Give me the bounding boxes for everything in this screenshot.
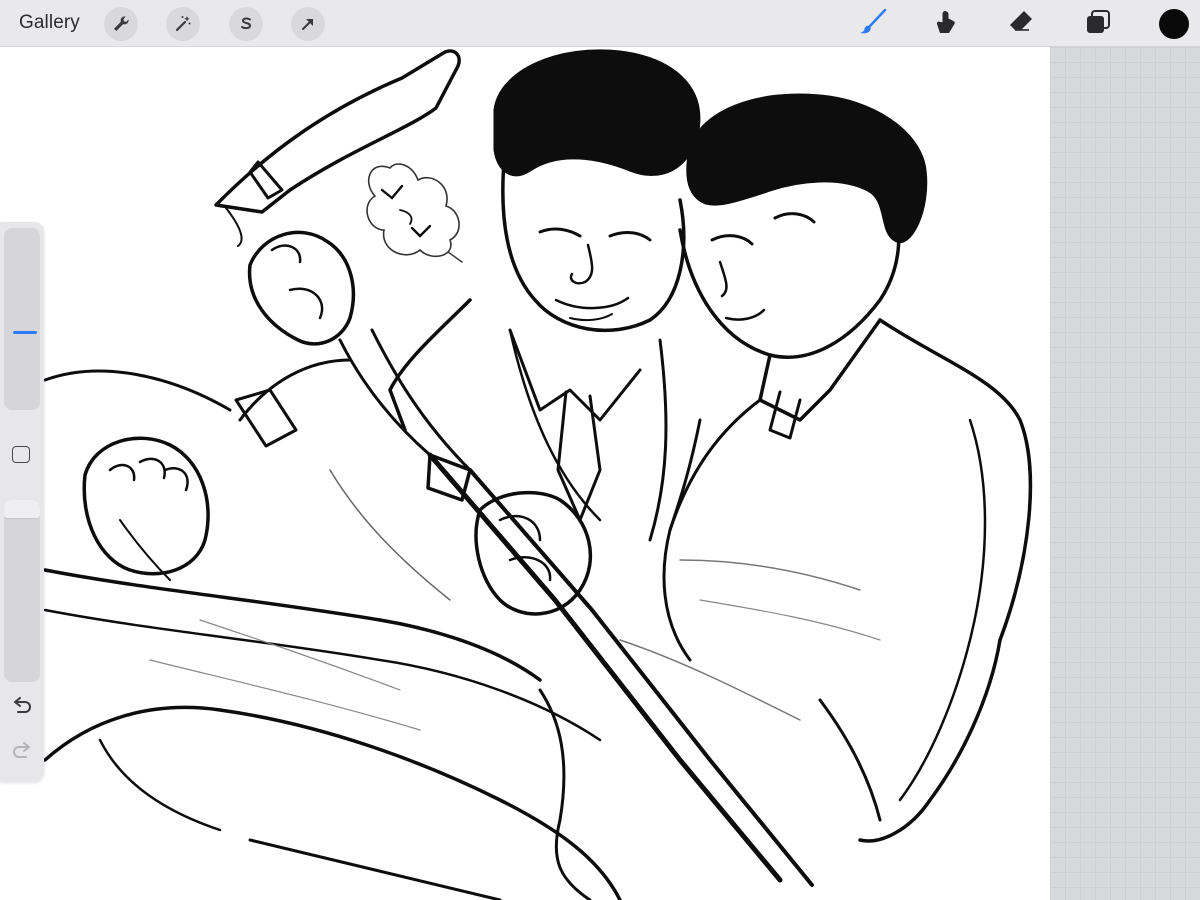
sword-shaft [427, 452, 783, 883]
smudge-button[interactable] [928, 6, 964, 42]
leg-upper [43, 369, 232, 412]
hands-center [474, 490, 593, 616]
actions-button[interactable] [104, 7, 138, 41]
left-sidebar [0, 222, 44, 782]
procreate-app: Gallery [0, 0, 1200, 900]
transform-button[interactable] [291, 7, 325, 41]
modifier-square-button[interactable] [12, 446, 30, 463]
drawing-canvas[interactable] [0, 47, 1050, 900]
smudge-icon [931, 7, 961, 42]
sword-blade-upper [214, 49, 461, 214]
suit-left [388, 298, 472, 432]
head-left [501, 148, 686, 333]
undo-icon [11, 696, 33, 722]
brush-size-handle[interactable] [13, 331, 37, 334]
magic-wand-icon [173, 14, 193, 34]
adjustments-button[interactable] [166, 7, 200, 41]
leg-lower [43, 705, 622, 900]
thought-bubble [366, 163, 463, 263]
eraser-icon [1006, 7, 1036, 42]
selection-s-icon [236, 14, 256, 34]
sketch-artwork [43, 49, 1033, 900]
redo-button[interactable] [9, 741, 35, 767]
eraser-button[interactable] [1003, 6, 1039, 42]
gallery-button[interactable]: Gallery [19, 12, 80, 34]
hair-right [686, 93, 928, 244]
wrench-icon [111, 14, 131, 34]
brush-opacity-handle[interactable] [4, 500, 40, 518]
top-toolbar: Gallery [0, 0, 1200, 47]
offcanvas-grid [1050, 47, 1200, 900]
layers-button[interactable] [1080, 6, 1116, 42]
redo-icon [11, 741, 33, 767]
hair-left [493, 49, 701, 177]
transform-arrow-icon [298, 14, 318, 34]
head-right [678, 198, 901, 359]
arm-right [858, 638, 1002, 843]
undo-button[interactable] [9, 696, 35, 722]
brush-size-slider[interactable] [4, 228, 40, 410]
brush-icon [858, 7, 888, 42]
brush-opacity-slider[interactable] [4, 500, 40, 682]
selection-button[interactable] [229, 7, 263, 41]
layers-icon [1083, 7, 1113, 42]
color-picker-swatch[interactable] [1159, 9, 1189, 39]
brush-button[interactable] [855, 6, 891, 42]
